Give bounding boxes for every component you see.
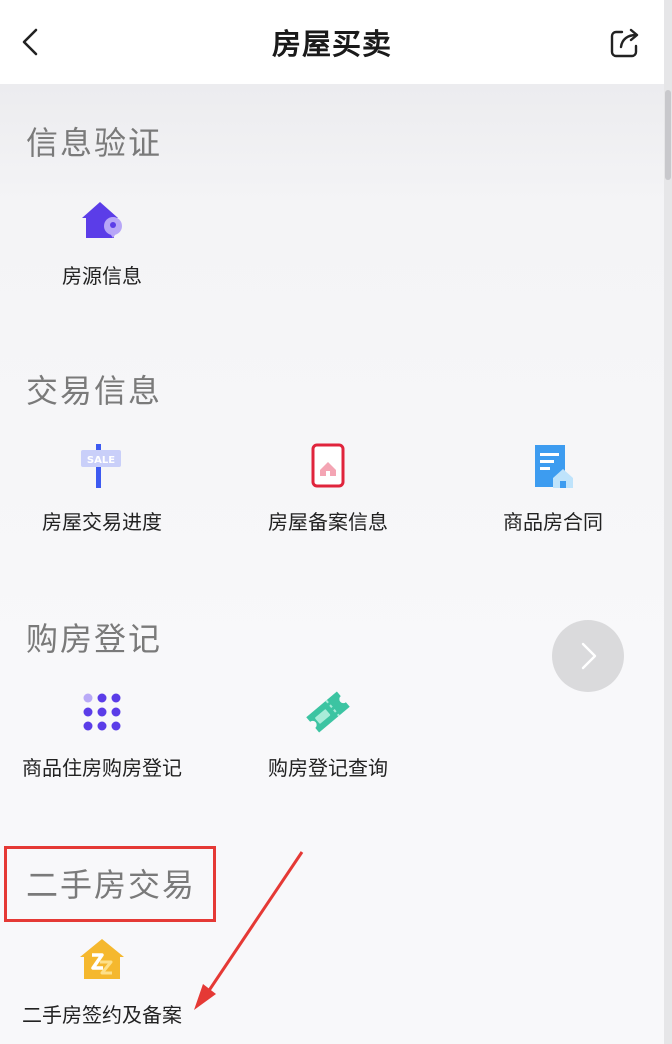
chevron-left-icon (22, 28, 38, 56)
item-purchase-registration[interactable]: 商品住房购房登记 (7, 688, 197, 798)
item-label: 商品房合同 (503, 510, 603, 534)
nav-bar: 房屋买卖 (0, 0, 664, 84)
item-label: 房屋备案信息 (268, 510, 388, 534)
page-title: 房屋买卖 (271, 27, 392, 61)
filing-house-icon (304, 442, 352, 490)
share-button[interactable] (608, 26, 642, 60)
second-hand-house-icon (78, 935, 126, 983)
section-title-purchase-register: 购房登记 (26, 620, 163, 658)
item-label: 房源信息 (62, 264, 142, 288)
section-title-info-verify: 信息验证 (26, 124, 163, 162)
item-label: 二手房签约及备案 (22, 1003, 182, 1027)
ticket-icon (304, 688, 352, 736)
scrollbar[interactable] (664, 0, 672, 1044)
contract-document-icon (529, 442, 577, 490)
dot-grid-icon (78, 688, 126, 736)
scrollbar-thumb[interactable] (665, 90, 671, 180)
sale-sign-icon: SALE (78, 442, 126, 490)
chevron-right-icon (581, 642, 597, 670)
svg-text:SALE: SALE (87, 455, 115, 466)
item-second-hand-signing[interactable]: 二手房签约及备案 (7, 935, 197, 1044)
highlight-box (4, 846, 216, 922)
item-label: 房屋交易进度 (42, 510, 162, 534)
item-label: 商品住房购房登记 (22, 756, 182, 780)
section-title-trade-info: 交易信息 (26, 372, 163, 410)
item-trade-progress[interactable]: SALE 房屋交易进度 (7, 442, 197, 552)
item-label: 购房登记查询 (268, 756, 388, 780)
item-filing-info[interactable]: 房屋备案信息 (233, 442, 423, 552)
item-registration-query[interactable]: 购房登记查询 (233, 688, 423, 798)
item-house-source-info[interactable]: 房源信息 (7, 196, 197, 306)
back-button[interactable] (12, 24, 48, 60)
share-icon (610, 28, 639, 58)
item-commercial-contract[interactable]: 商品房合同 (458, 442, 648, 552)
next-button[interactable] (552, 620, 624, 692)
house-location-icon (78, 196, 126, 244)
